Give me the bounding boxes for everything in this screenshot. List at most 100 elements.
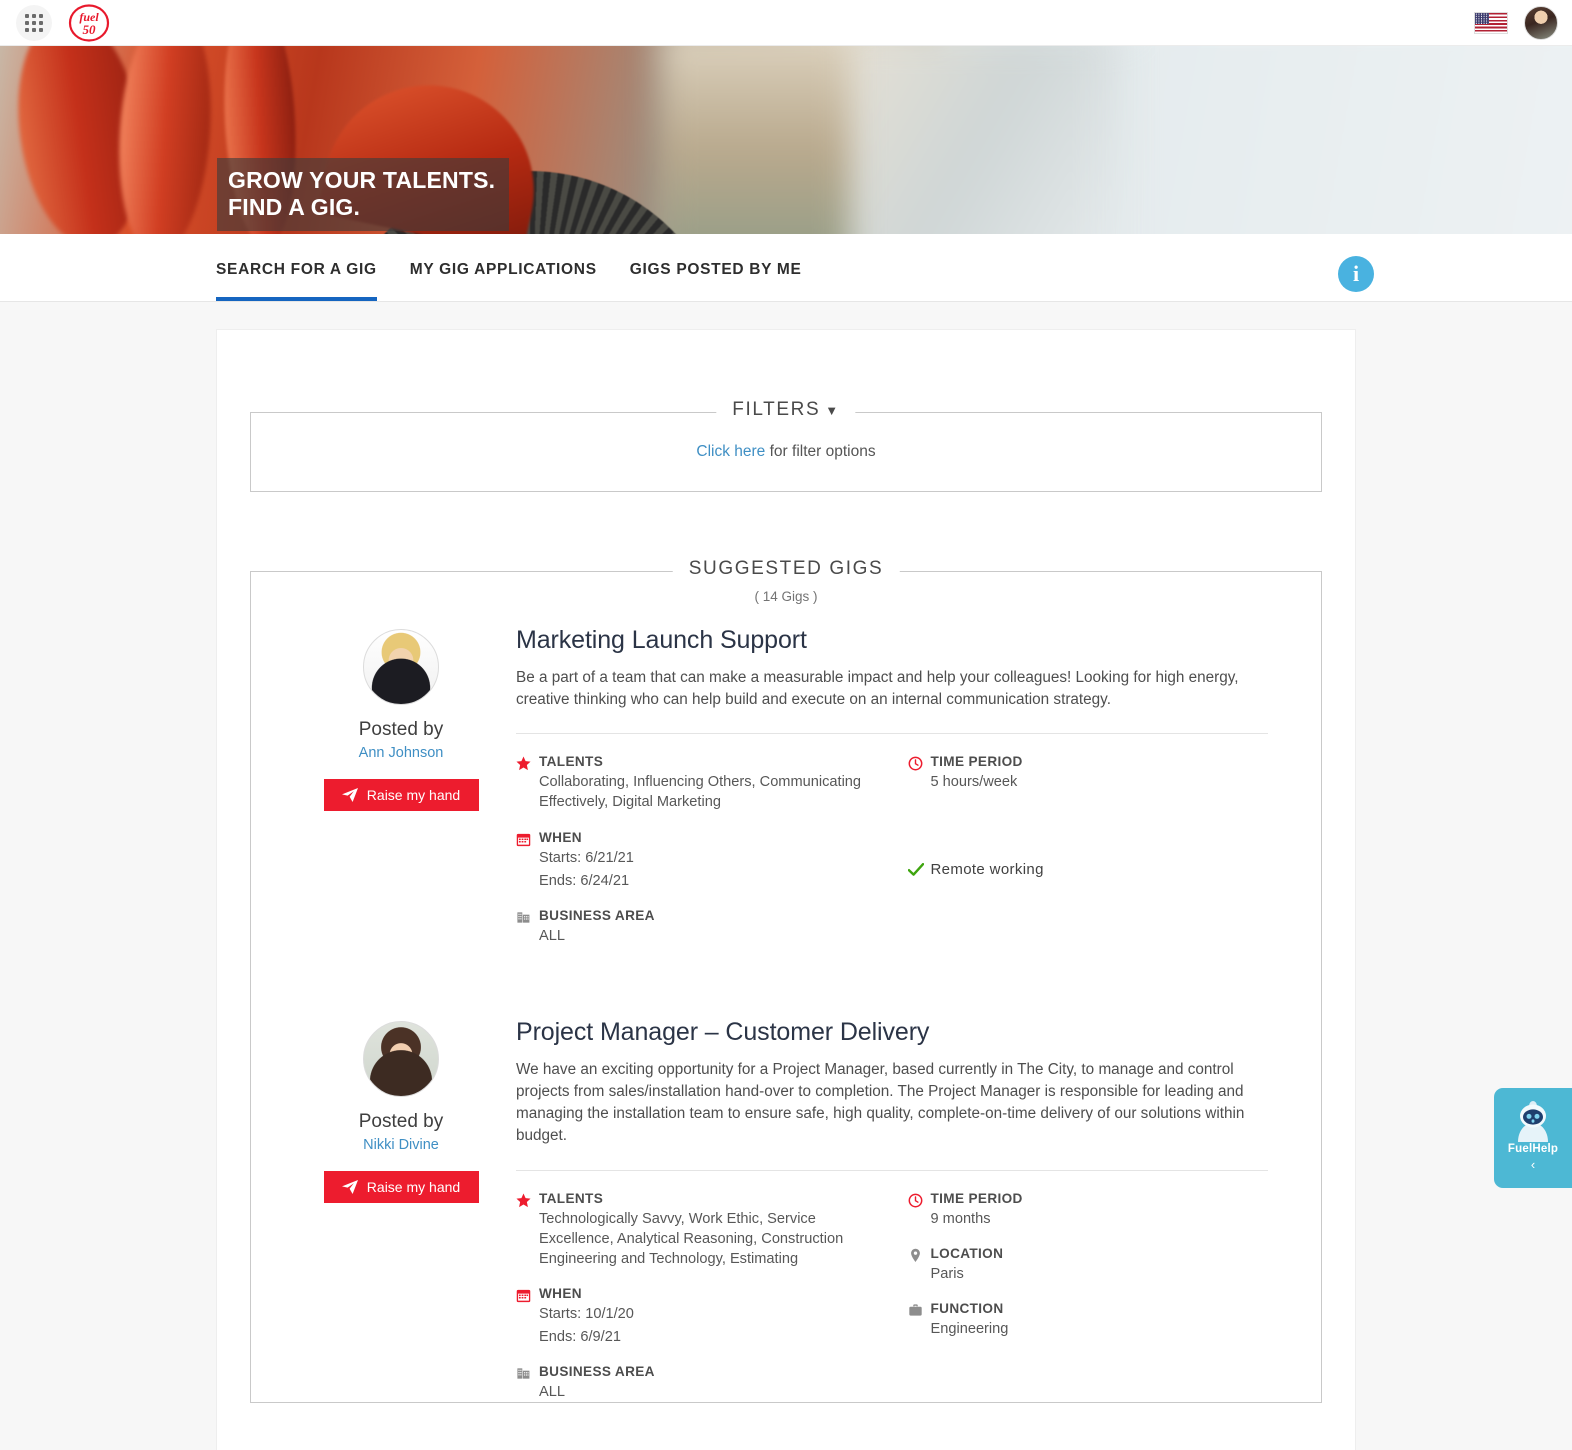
- meta-when-starts: Starts: 10/1/20: [539, 1306, 634, 1323]
- tab-search-for-a-gig[interactable]: SEARCH FOR A GIG: [216, 261, 377, 301]
- meta-talents-label: TALENTS: [539, 1190, 604, 1206]
- gig-meta-left: TALENTS Collaborating, Influencing Other…: [516, 754, 897, 946]
- meta-time-period-value: 9 months: [930, 1210, 991, 1227]
- us-flag-icon[interactable]: [1474, 11, 1508, 34]
- meta-time-period-label: TIME PERIOD: [930, 1190, 1023, 1206]
- suggested-gigs-section: SUGGESTED GIGS ( 14 Gigs ) Posted by Ann…: [250, 558, 1322, 1404]
- meta-time-period-body: TIME PERIOD 9 months: [931, 1191, 1278, 1229]
- clock-icon: [908, 754, 931, 792]
- fuelhelp-label: FuelHelp: [1507, 1143, 1559, 1155]
- meta-time-period: TIME PERIOD 9 months: [908, 1191, 1278, 1229]
- meta-time-period-value: 5 hours/week: [930, 774, 1018, 791]
- gig-meta: TALENTS Collaborating, Influencing Other…: [516, 754, 1277, 946]
- svg-text:50: 50: [83, 22, 97, 37]
- meta-spacer: [908, 809, 1278, 861]
- raise-my-hand-button[interactable]: Raise my hand: [323, 779, 479, 811]
- meta-business-area-value: ALL: [539, 1384, 565, 1401]
- gig-meta-left: TALENTS Technologically Savvy, Work Ethi…: [516, 1191, 897, 1403]
- posted-by-label: Posted by: [358, 719, 444, 740]
- meta-business-area: BUSINESS AREA ALL: [516, 1364, 897, 1402]
- meta-business-area-body: BUSINESS AREA ALL: [539, 908, 897, 946]
- briefcase-icon: [908, 1301, 931, 1339]
- meta-when-body: WHEN Starts: 6/21/21 Ends: 6/24/21: [539, 830, 897, 891]
- gig-meta-right: TIME PERIOD 5 hours/week Remote working: [897, 754, 1278, 946]
- meta-location-value: Paris: [930, 1265, 964, 1282]
- building-icon: [516, 908, 539, 946]
- poster-avatar[interactable]: [363, 629, 439, 705]
- info-icon[interactable]: i: [1338, 256, 1374, 292]
- meta-business-area-label: BUSINESS AREA: [539, 1364, 655, 1380]
- meta-location-label: LOCATION: [930, 1245, 1004, 1261]
- meta-function-body: FUNCTION Engineering: [931, 1301, 1278, 1339]
- poster-name-link[interactable]: Ann Johnson: [359, 745, 444, 761]
- raise-my-hand-label: Raise my hand: [366, 1178, 461, 1195]
- meta-when-ends: Ends: 6/24/21: [539, 872, 630, 889]
- meta-remote-working-label: Remote working: [930, 861, 1044, 879]
- calendar-icon: [516, 1286, 539, 1347]
- apps-grid-icon[interactable]: [16, 4, 52, 41]
- user-avatar[interactable]: [1524, 5, 1558, 40]
- clock-icon: [908, 1191, 931, 1229]
- meta-when: WHEN Starts: 10/1/20 Ends: 6/9/21: [516, 1286, 897, 1347]
- filters-legend-label: FILTERS: [732, 399, 821, 420]
- gig-meta: TALENTS Technologically Savvy, Work Ethi…: [516, 1191, 1277, 1403]
- meta-business-area-value: ALL: [539, 927, 565, 944]
- raise-my-hand-button[interactable]: Raise my hand: [323, 1170, 479, 1203]
- meta-business-area-body: BUSINESS AREA ALL: [539, 1364, 897, 1402]
- raise-my-hand-label: Raise my hand: [366, 787, 461, 803]
- meta-talents-body: TALENTS Collaborating, Influencing Other…: [539, 754, 897, 812]
- filters-hint: Click here for filter options: [696, 443, 875, 461]
- fuelhelp-chat-widget[interactable]: FuelHelp ‹: [1494, 1088, 1572, 1188]
- meta-location: LOCATION Paris: [908, 1246, 1278, 1284]
- fuel50-logo-icon[interactable]: fuel 50: [66, 3, 112, 43]
- filters-hint-text: for filter options: [769, 443, 876, 460]
- gig-description: We have an exciting opportunity for a Pr…: [516, 1060, 1245, 1145]
- meta-business-area: BUSINESS AREA ALL: [516, 908, 897, 946]
- tab-gigs-posted-by-me[interactable]: GIGS POSTED BY ME: [630, 261, 802, 301]
- tab-bar: SEARCH FOR A GIG MY GIG APPLICATIONS GIG…: [0, 234, 1572, 302]
- posted-by-label: Posted by: [358, 1110, 444, 1132]
- building-icon: [516, 1364, 539, 1402]
- gig-description: Be a part of a team that can make a meas…: [516, 669, 1239, 709]
- poster-name-link[interactable]: Nikki Divine: [363, 1137, 439, 1153]
- meta-talents-label: TALENTS: [539, 754, 604, 770]
- meta-talents: TALENTS Technologically Savvy, Work Ethi…: [516, 1191, 897, 1269]
- gig-title[interactable]: Marketing Launch Support: [516, 626, 1277, 655]
- filters-body: Click here for filter options: [251, 413, 1321, 491]
- paper-plane-icon: [341, 1179, 358, 1194]
- hero-banner: GROW YOUR TALENTS. FIND A GIG.: [0, 46, 1572, 234]
- gig-details: Marketing Launch Support Be a part of a …: [516, 626, 1277, 946]
- filters-click-here-link[interactable]: Click here: [696, 443, 765, 460]
- map-pin-icon: [908, 1246, 931, 1284]
- top-bar: fuel 50: [0, 0, 1572, 46]
- meta-function-value: Engineering: [930, 1320, 1009, 1337]
- gig-list-item: Posted by Ann Johnson Raise my hand Mark…: [251, 604, 1321, 946]
- divider: [516, 1169, 1268, 1171]
- star-icon: [516, 754, 539, 812]
- tab-list: SEARCH FOR A GIG MY GIG APPLICATIONS GIG…: [216, 234, 802, 301]
- gig-title[interactable]: Project Manager – Customer Delivery: [516, 1018, 1277, 1047]
- poster-avatar[interactable]: [363, 1020, 439, 1097]
- divider: [516, 733, 1268, 735]
- robot-mascot-icon: [1518, 1101, 1548, 1142]
- filters-legend[interactable]: FILTERS ▼: [716, 399, 856, 421]
- page-body: FILTERS ▼ Click here for filter options S…: [0, 302, 1572, 1450]
- meta-location-body: LOCATION Paris: [931, 1246, 1278, 1284]
- meta-when-label: WHEN: [539, 1286, 582, 1302]
- meta-talents-value: Technologically Savvy, Work Ethic, Servi…: [539, 1210, 844, 1267]
- chevron-down-icon[interactable]: ▼: [825, 403, 839, 418]
- gig-poster-panel: Posted by Ann Johnson Raise my hand: [286, 626, 516, 946]
- meta-time-period-body: TIME PERIOD 5 hours/week: [931, 754, 1278, 792]
- meta-talents-body: TALENTS Technologically Savvy, Work Ethi…: [539, 1191, 897, 1269]
- meta-function-label: FUNCTION: [930, 1300, 1004, 1316]
- top-bar-right: [1474, 0, 1558, 45]
- content-card: FILTERS ▼ Click here for filter options S…: [216, 329, 1356, 1450]
- gig-list-item: Posted by Nikki Divine Raise my hand Pro…: [251, 946, 1321, 1402]
- meta-talents-value: Collaborating, Influencing Others, Commu…: [539, 774, 862, 811]
- meta-business-area-label: BUSINESS AREA: [539, 907, 655, 923]
- star-icon: [516, 1191, 539, 1269]
- gig-poster-panel: Posted by Nikki Divine Raise my hand: [286, 1018, 516, 1402]
- tab-my-gig-applications[interactable]: MY GIG APPLICATIONS: [410, 261, 597, 301]
- meta-time-period: TIME PERIOD 5 hours/week: [908, 754, 1278, 792]
- chevron-left-icon[interactable]: ‹: [1531, 1157, 1535, 1172]
